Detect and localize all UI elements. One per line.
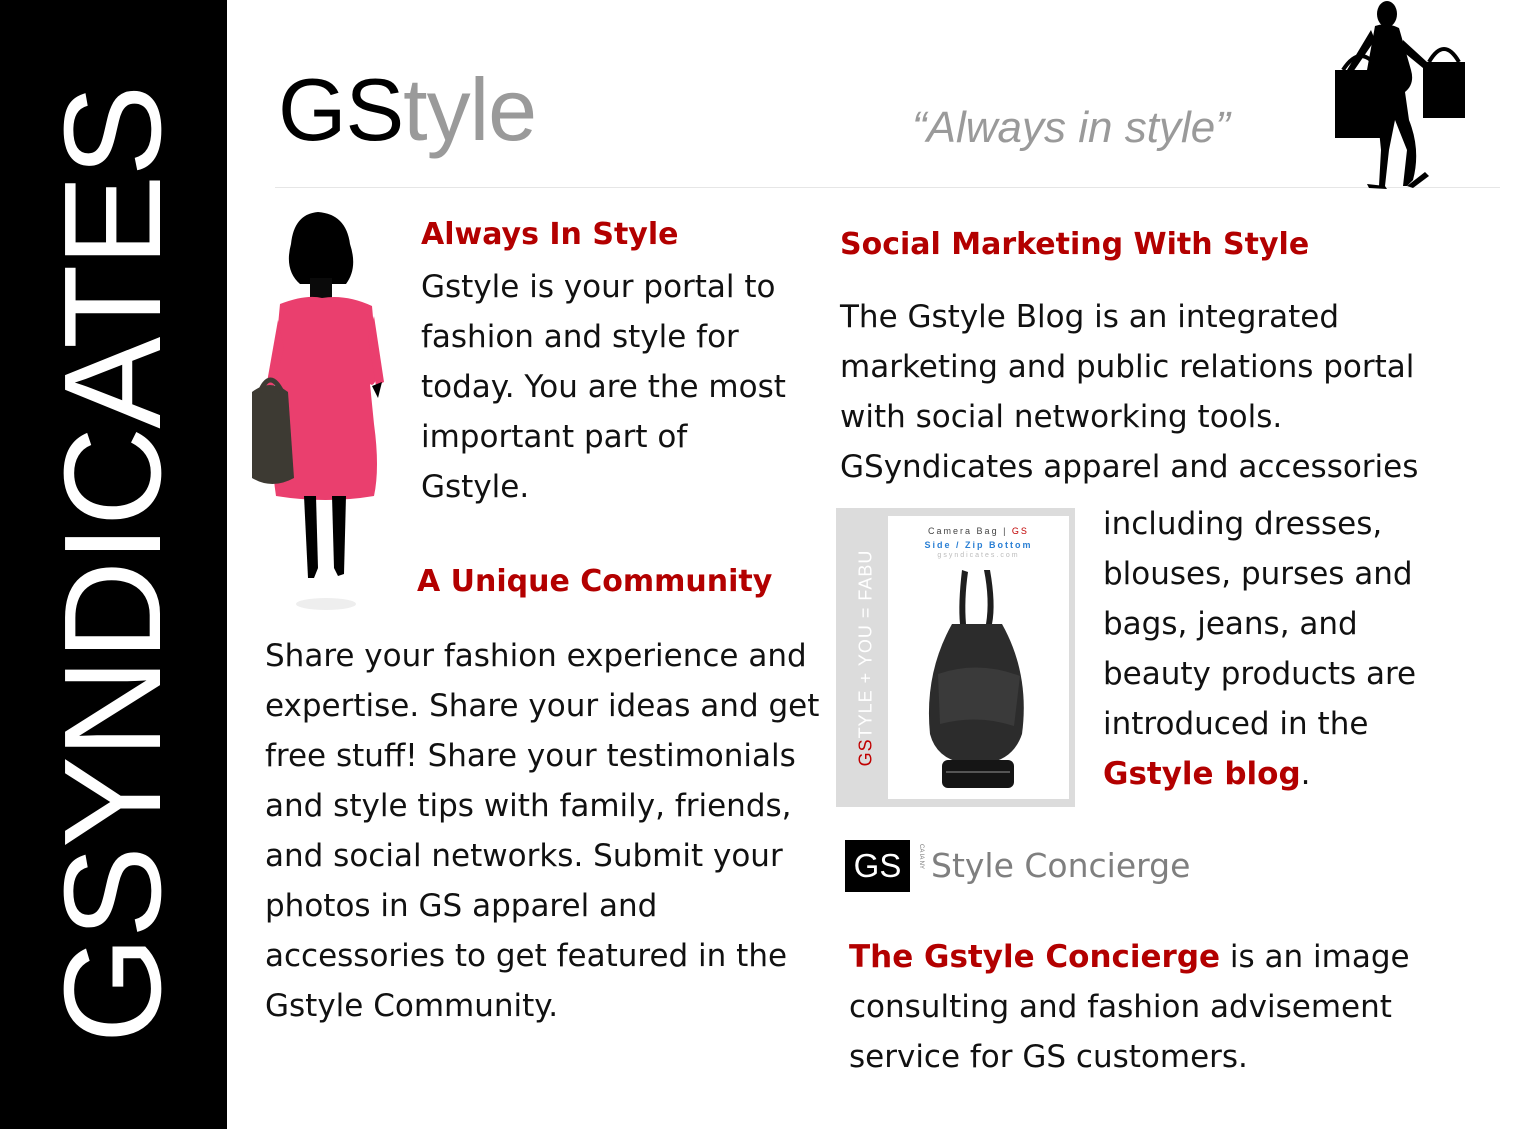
bag-card-vertical-slogan: GSTYLE + YOU = FABU <box>855 549 876 767</box>
social-marketing-heading: Social Marketing With Style <box>840 227 1310 262</box>
shopper-silhouette-icon <box>1335 1 1465 189</box>
bag-card-url: gsyndicates.com <box>937 552 1020 559</box>
gstyle-blog-link[interactable]: Gstyle blog <box>1103 756 1301 792</box>
dress-model-image <box>252 212 384 610</box>
bag-card-photo: Camera Bag | GS Side / Zip Bottom gsyndi… <box>888 516 1069 799</box>
title-gs: GS <box>278 60 404 159</box>
unique-community-text: Share your fashion experience and expert… <box>265 638 820 1024</box>
header-divider <box>275 187 1500 188</box>
bag-card-subtitle: Side / Zip Bottom <box>924 540 1033 550</box>
camera-bag-image: GSTYLE + YOU = FABU Camera Bag | GS Side… <box>836 508 1075 807</box>
sidebar-brand-text: GSYNDICATES <box>36 86 190 1044</box>
page-title: GStyle <box>278 66 537 154</box>
sidebar-band: GSYNDICATES <box>0 0 227 1129</box>
style-concierge-label: Style Concierge <box>931 846 1191 885</box>
bag-icon <box>928 570 1024 788</box>
bag-card-title: Camera Bag | GS <box>928 526 1029 536</box>
tagline: “Always in style” <box>912 103 1230 152</box>
unique-community-heading: A Unique Community <box>417 564 773 599</box>
concierge-text: The Gstyle Concierge is an image consult… <box>849 939 1410 1075</box>
blog-products-text: including dresses, blouses, purses and b… <box>1103 506 1417 792</box>
gstyle-concierge-name: The Gstyle Concierge <box>849 939 1221 975</box>
social-marketing-text: The Gstyle Blog is an integrated marketi… <box>840 299 1419 485</box>
title-rest: tyle <box>403 60 537 159</box>
gs-logo-box: GS <box>845 840 910 892</box>
gs-logo-states: CA IA NY <box>918 844 924 870</box>
always-in-style-text: Gstyle is your portal to fashion and sty… <box>421 269 786 505</box>
always-in-style-heading: Always In Style <box>421 217 679 252</box>
